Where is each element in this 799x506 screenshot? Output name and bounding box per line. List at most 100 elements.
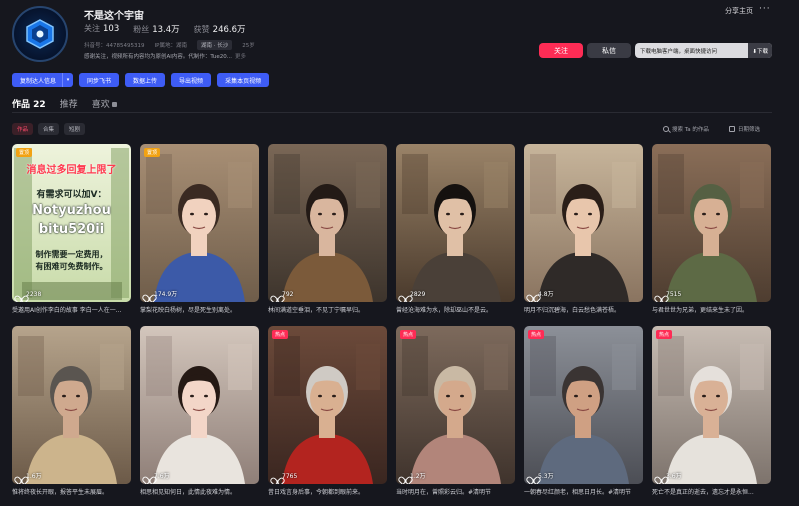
video-card[interactable]: 热点 7765 昔日戏言身后事，今朝都到眼前来。 (268, 326, 387, 500)
avatar[interactable] (12, 6, 68, 62)
upload-data-button[interactable]: 数据上传 (125, 73, 166, 87)
video-thumbnail-image (12, 326, 131, 484)
video-caption[interactable]: 与君世世为兄弟，更结来生未了因。 (652, 305, 771, 314)
video-card[interactable]: 792 林间满道空垂泪，不见丁宁嘱早归。 (268, 144, 387, 318)
sync-feishu-button[interactable]: 同步飞书 (79, 73, 120, 87)
video-thumbnail-image (652, 326, 771, 484)
message-button[interactable]: 私信 (587, 43, 631, 58)
follow-button[interactable]: 关注 (539, 43, 583, 58)
video-thumbnail-image (396, 326, 515, 484)
video-card[interactable]: 7.6万 相思相见知何日，此情此夜难为情。 (140, 326, 259, 500)
date-filter-button[interactable]: 日期筛选 (729, 125, 760, 133)
video-card[interactable]: 置顶 174.9万 掌梨花映白杨树，尽是死生别离处。 (140, 144, 259, 318)
video-thumbnail[interactable]: 热点 5.3万 (524, 326, 643, 484)
stat-following: 关注 103 (84, 24, 120, 34)
video-thumbnail[interactable]: 792 (268, 144, 387, 302)
video-caption[interactable]: 相思相见知何日，此情此夜难为情。 (140, 487, 259, 496)
hot-badge: 热点 (656, 330, 673, 339)
subtab-collections[interactable]: 合集 (38, 123, 60, 135)
tab-works[interactable]: 作品 22 (12, 97, 46, 110)
video-caption[interactable]: 明月不归沉碧海，白云愁色满苍梧。 (524, 305, 643, 314)
video-caption[interactable]: 一朝春尽红颜老，相思日月长。#清明节 (524, 487, 643, 496)
video-card[interactable]: 1.6万 惟将终夜长开眼，报答平生未展眉。 (12, 326, 131, 500)
profile-tabs: 作品 22 推荐 喜欢 (12, 97, 117, 110)
bio-more-link[interactable]: 更多 (235, 54, 246, 60)
video-thumbnail[interactable]: 7515 (652, 144, 771, 302)
heart-icon (401, 292, 408, 298)
video-caption[interactable]: 林间满道空垂泪，不见丁宁嘱早归。 (268, 305, 387, 314)
hot-badge: 热点 (400, 330, 417, 339)
video-caption[interactable]: 掌梨花映白杨树，尽是死生别离处。 (140, 305, 259, 314)
video-thumbnail[interactable]: 热点 7765 (268, 326, 387, 484)
video-thumbnail[interactable]: 热点 3.6万 (652, 326, 771, 484)
video-thumbnail-image (140, 326, 259, 484)
chevron-down-icon[interactable]: ▾ (62, 73, 73, 87)
profile-meta: 抖音号：44785495319 IP属地：湖南 湖南 · 长沙 25岁 (84, 40, 255, 50)
video-thumbnail[interactable]: 1.6万 (12, 326, 131, 484)
tab-likes[interactable]: 喜欢 (92, 97, 117, 110)
video-caption[interactable]: 受邀用AI创作李白的故事 李白一人在一... (12, 305, 131, 314)
video-card[interactable]: 消息过多回复上限了 有需求可以加V： Notyuzhou bitu520ii 制… (12, 144, 131, 318)
pinned-badge: 置顶 (16, 148, 33, 157)
heart-icon (657, 292, 664, 298)
video-caption[interactable]: 曾经沧海难为水，除却巫山不是云。 (396, 305, 515, 314)
video-thumbnail-image (140, 144, 259, 302)
subtabs: 作品 合集 短剧 (12, 123, 86, 135)
collect-page-videos-button[interactable]: 采集本页视频 (217, 73, 270, 87)
heart-icon (529, 473, 536, 479)
like-count: 1.2万 (401, 471, 426, 480)
video-caption[interactable]: 昔日戏言身后事，今朝都到眼前来。 (268, 487, 387, 496)
video-thumbnail-image (524, 326, 643, 484)
location-tag: 湖南 · 长沙 (196, 40, 233, 50)
video-card[interactable]: 7515 与君世世为兄弟，更结来生未了因。 (652, 144, 771, 318)
like-count: 2829 (401, 291, 425, 298)
export-videos-button[interactable]: 导出视频 (171, 73, 212, 87)
video-card[interactable]: 4.8万 明月不归沉碧海，白云愁色满苍梧。 (524, 144, 643, 318)
video-caption[interactable]: 惟将终夜长开眼，报答平生未展眉。 (12, 487, 131, 496)
like-count: 7.6万 (145, 471, 170, 480)
download-button[interactable]: ⬇下载 (748, 43, 772, 58)
like-count: 792 (273, 291, 293, 298)
video-caption[interactable]: 当时明月在，曾照彩云归。#清明节 (396, 487, 515, 496)
video-thumbnail-image (268, 144, 387, 302)
profile-stats: 关注 103 粉丝 13.4万 获赞 246.6万 (84, 23, 246, 35)
video-thumbnail[interactable]: 消息过多回复上限了 有需求可以加V： Notyuzhou bitu520ii 制… (12, 144, 131, 302)
video-thumbnail[interactable]: 7.6万 (140, 326, 259, 484)
video-thumbnail[interactable]: 置顶 174.9万 (140, 144, 259, 302)
heart-icon (145, 473, 152, 479)
profile-name: 不是这个宇宙 (84, 11, 144, 22)
like-count: 1.6万 (17, 471, 42, 480)
video-card[interactable]: 热点 5.3万 一朝春尽红颜老，相思日月长。#清明节 (524, 326, 643, 500)
like-count: 3.6万 (657, 471, 682, 480)
video-thumbnail[interactable]: 热点 1.2万 (396, 326, 515, 484)
heart-icon (17, 292, 24, 298)
video-card[interactable]: 2829 曾经沧海难为水，除却巫山不是云。 (396, 144, 515, 318)
video-thumbnail[interactable]: 4.8万 (524, 144, 643, 302)
subtab-short-dramas[interactable]: 短剧 (64, 123, 86, 135)
copy-creator-info-button[interactable]: 复制达人信息 ▾ (12, 73, 74, 87)
lock-icon (111, 102, 117, 107)
video-thumbnail-image (268, 326, 387, 484)
pinned-badge: 置顶 (144, 148, 161, 157)
poster-text: 消息过多回复上限了 有需求可以加V： Notyuzhou bitu520ii 制… (26, 165, 117, 271)
more-options-icon[interactable]: ··· (759, 4, 771, 14)
profile-bio: 感谢关注，视频所有内容均为原创AI内容。代制作：Tue20... 更多 (84, 54, 247, 60)
subtab-works[interactable]: 作品 (12, 123, 34, 135)
heart-icon (401, 473, 408, 479)
video-card[interactable]: 热点 1.2万 当时明月在，曾照彩云归。#清明节 (396, 326, 515, 500)
tab-recommend[interactable]: 推荐 (60, 97, 78, 110)
share-profile-link[interactable]: 分享主页 (725, 6, 753, 16)
video-thumbnail-image (524, 144, 643, 302)
video-thumbnail-image (396, 144, 515, 302)
stat-followers: 粉丝 13.4万 (133, 25, 180, 35)
hot-badge: 热点 (272, 330, 289, 339)
video-thumbnail[interactable]: 2829 (396, 144, 515, 302)
video-caption[interactable]: 死亡不是真正的逝去，遗忘才是永恒... (652, 487, 771, 496)
video-card[interactable]: 热点 3.6万 死亡不是真正的逝去，遗忘才是永恒... (652, 326, 771, 500)
ip-location: IP属地：湖南 (154, 43, 187, 49)
stat-likes: 获赞 246.6万 (193, 25, 246, 35)
heart-icon (529, 291, 536, 297)
heart-icon (17, 473, 24, 479)
heart-icon (657, 473, 664, 479)
search-works-button[interactable]: 搜索 Ta 的作品 (663, 125, 709, 133)
